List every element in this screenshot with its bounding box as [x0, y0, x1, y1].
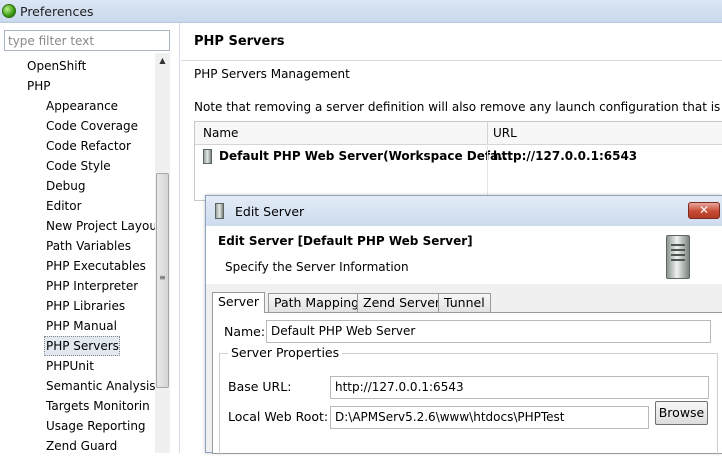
server-properties-label: Server Properties [228, 345, 343, 360]
filter-input[interactable] [4, 30, 170, 51]
tree-item-semantic-analysis[interactable]: Semantic Analysis [46, 376, 156, 396]
tab-tunnel[interactable]: Tunnel [438, 293, 491, 312]
tab-path-mapping[interactable]: Path Mapping [268, 293, 366, 312]
server-url-cell: http://127.0.0.1:6543 [493, 149, 638, 163]
page-note: Note that removing a server definition w… [194, 100, 722, 114]
dialog-titlebar[interactable]: Edit Server ✕ [206, 196, 722, 226]
scroll-thumb[interactable]: ≡ [156, 173, 169, 388]
local-web-root-input[interactable]: D:\APMServ5.2.6\www\htdocs\PHPTest [330, 406, 649, 429]
servers-table: Name URL Default PHP Web Server(Workspac… [194, 121, 722, 202]
window-title: Preferences [20, 4, 94, 19]
tree-item-code-coverage[interactable]: Code Coverage [46, 116, 138, 136]
tree-item-php-interpreter[interactable]: PHP Interpreter [46, 276, 138, 296]
server-name-cell: Default PHP Web Server(Workspace Defa... [219, 149, 512, 163]
base-url-input[interactable]: http://127.0.0.1:6543 [330, 376, 709, 399]
tree-item-phpunit[interactable]: PHPUnit [46, 356, 94, 376]
preferences-tree-pane: OpenShiftPHPAppearanceCode CoverageCode … [0, 23, 180, 453]
tree-item-php-libraries[interactable]: PHP Libraries [46, 296, 125, 316]
edit-server-dialog: Edit Server ✕ Edit Server [Default PHP W… [205, 195, 722, 455]
dialog-banner: Edit Server [Default PHP Web Server] Spe… [206, 226, 722, 284]
dialog-heading: Edit Server [Default PHP Web Server] [218, 234, 473, 248]
tree-item-zend-guard[interactable]: Zend Guard [46, 436, 117, 456]
server-properties-group: Server Properties Base URL: http://127.0… [219, 345, 718, 455]
server-tab-panel: Name: Default PHP Web Server Server Prop… [212, 312, 722, 455]
tree-item-targets-monitorin[interactable]: Targets Monitorin [46, 396, 150, 416]
tree-scrollbar[interactable]: ▲ ≡ [155, 53, 170, 453]
column-divider [487, 146, 488, 202]
tree-item-editor[interactable]: Editor [46, 196, 82, 216]
name-label: Name: [224, 324, 266, 339]
server-name-input[interactable]: Default PHP Web Server [266, 320, 711, 343]
window-titlebar: Preferences [0, 0, 722, 23]
scroll-grip-icon: ≡ [159, 273, 166, 282]
tree-item-code-style[interactable]: Code Style [46, 156, 111, 176]
table-header: Name URL [195, 122, 722, 145]
tree-item-php-manual[interactable]: PHP Manual [46, 316, 117, 336]
tab-server[interactable]: Server [212, 292, 265, 313]
eclipse-logo-icon [2, 4, 16, 18]
tree-item-new-project-layou[interactable]: New Project Layou [46, 216, 157, 236]
tree-item-openshift[interactable]: OpenShift [27, 56, 86, 76]
base-url-label: Base URL: [228, 379, 292, 394]
local-web-root-label: Local Web Root: [228, 409, 329, 424]
browse-button[interactable]: Browse [655, 401, 708, 425]
tree-item-php[interactable]: PHP [27, 76, 51, 96]
close-icon[interactable]: ✕ [688, 202, 720, 219]
tree-item-usage-reporting[interactable]: Usage Reporting [46, 416, 146, 436]
tree-item-debug[interactable]: Debug [46, 176, 85, 196]
page-header: PHP Servers [181, 23, 722, 61]
tree-item-path-variables[interactable]: Path Variables [46, 236, 131, 256]
tree-item-php-executables[interactable]: PHP Executables [46, 256, 146, 276]
table-row[interactable]: Default PHP Web Server(Workspace Defa...… [195, 146, 722, 167]
page-title: PHP Servers [194, 34, 285, 49]
page-subtitle: PHP Servers Management [194, 67, 350, 81]
column-divider[interactable] [487, 122, 488, 145]
dialog-description: Specify the Server Information [225, 260, 409, 274]
server-icon [203, 149, 212, 164]
tab-zend-server[interactable]: Zend Server [357, 293, 447, 312]
tree-item-php-servers[interactable]: PHP Servers [44, 336, 120, 356]
server-tower-icon [666, 235, 690, 279]
tree-item-code-refactor[interactable]: Code Refactor [46, 136, 131, 156]
scroll-up-arrow-icon[interactable]: ▲ [155, 53, 170, 69]
column-header-name[interactable]: Name [203, 126, 238, 140]
dialog-title: Edit Server [235, 204, 305, 219]
tree-item-appearance[interactable]: Appearance [46, 96, 118, 116]
column-header-url[interactable]: URL [493, 126, 517, 140]
server-icon [215, 203, 224, 219]
